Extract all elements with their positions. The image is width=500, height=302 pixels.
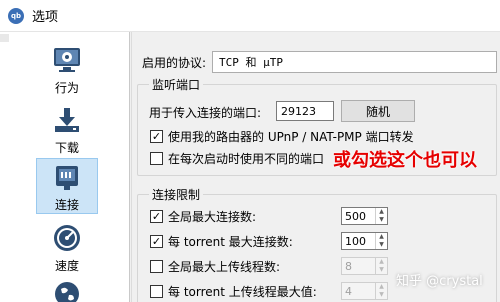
network-icon xyxy=(51,161,83,193)
global-max-connections-spinbox[interactable]: 500 ▲ ▼ xyxy=(341,207,388,225)
per-torrent-max-connections-checkbox[interactable]: ✓ xyxy=(150,235,163,248)
spin-up-icon[interactable]: ▲ xyxy=(376,283,387,291)
sidebar-item-webui[interactable] xyxy=(36,278,98,302)
scroll-arrow[interactable] xyxy=(0,34,9,42)
protocol-label: 启用的协议: xyxy=(142,56,207,70)
upnp-label: 使用我的路由器的 UPnP / NAT-PMP 端口转发 xyxy=(168,130,414,144)
sidebar-item-label: 连接 xyxy=(54,198,79,212)
spin-down-icon[interactable]: ▼ xyxy=(376,266,387,274)
qbittorrent-app-icon: qb xyxy=(8,7,24,24)
options-sidebar: 行为 下载 连接 速度 xyxy=(0,32,130,302)
limit-value: 500 xyxy=(345,209,366,223)
per-torrent-max-upload-slots-checkbox[interactable] xyxy=(150,285,163,298)
sidebar-item-label: 下载 xyxy=(54,141,79,155)
watermark: 知乎 @crystal xyxy=(396,274,483,289)
red-annotation-text: 或勾选这个也可以 xyxy=(333,150,477,171)
global-max-connections-row[interactable]: ✓ 全局最大连接数: xyxy=(150,208,256,225)
spin-down-icon[interactable]: ▼ xyxy=(376,241,387,249)
random-port-checkbox[interactable] xyxy=(150,152,163,165)
protocol-select[interactable]: TCP 和 μTP xyxy=(212,51,497,73)
protocol-value: TCP 和 μTP xyxy=(219,56,283,69)
limit-label: 每 torrent 最大连接数: xyxy=(168,235,293,249)
sidebar-item-behavior[interactable]: 行为 xyxy=(36,44,98,96)
sidebar-item-speed[interactable]: 速度 xyxy=(36,222,98,274)
spin-down-icon[interactable]: ▼ xyxy=(376,291,387,299)
random-port-button-label: 随机 xyxy=(365,104,390,119)
limit-value: 100 xyxy=(345,234,366,248)
sidebar-item-downloads[interactable]: 下载 xyxy=(36,104,98,156)
incoming-port-value: 29123 xyxy=(281,104,316,118)
connection-limits-group-title: 连接限制 xyxy=(149,186,204,203)
per-torrent-max-connections-row[interactable]: ✓ 每 torrent 最大连接数: xyxy=(150,233,293,250)
incoming-port-label: 用于传入连接的端口: xyxy=(149,106,262,120)
spin-up-icon[interactable]: ▲ xyxy=(376,233,387,241)
globe-icon xyxy=(51,278,83,302)
per-torrent-max-connections-spinbox[interactable]: 100 ▲ ▼ xyxy=(341,232,388,250)
random-port-label: 在每次启动时使用不同的端口 xyxy=(168,152,325,166)
spin-down-icon[interactable]: ▼ xyxy=(376,216,387,224)
speedometer-icon xyxy=(51,222,83,254)
random-port-button[interactable]: 随机 xyxy=(341,100,415,122)
spin-up-icon[interactable]: ▲ xyxy=(376,258,387,266)
global-max-upload-slots-spinbox[interactable]: 8 ▲ ▼ xyxy=(341,257,388,275)
global-max-connections-checkbox[interactable]: ✓ xyxy=(150,210,163,223)
limit-label: 全局最大上传线程数: xyxy=(168,260,281,274)
listen-port-group-title: 监听端口 xyxy=(149,76,204,93)
spin-up-icon[interactable]: ▲ xyxy=(376,208,387,216)
per-torrent-max-upload-slots-spinbox[interactable]: 4 ▲ ▼ xyxy=(341,282,388,300)
download-icon xyxy=(51,104,83,136)
window-title: 选项 xyxy=(32,10,59,25)
global-max-upload-slots-row[interactable]: 全局最大上传线程数: xyxy=(150,258,280,275)
random-port-checkbox-row[interactable]: 在每次启动时使用不同的端口 xyxy=(150,150,324,167)
per-torrent-max-upload-slots-row[interactable]: 每 torrent 上传线程最大值: xyxy=(150,283,317,300)
limit-label: 每 torrent 上传线程最大值: xyxy=(168,285,317,299)
monitor-gear-icon xyxy=(51,44,83,76)
sidebar-item-label: 速度 xyxy=(54,259,79,273)
limit-value: 4 xyxy=(345,284,352,298)
incoming-port-field[interactable]: 29123 xyxy=(276,101,334,121)
sidebar-item-label: 行为 xyxy=(54,81,79,95)
limit-value: 8 xyxy=(345,259,352,273)
global-max-upload-slots-checkbox[interactable] xyxy=(150,260,163,273)
limit-label: 全局最大连接数: xyxy=(168,210,257,224)
title-bar: qb 选项 xyxy=(0,0,500,32)
sidebar-item-connection[interactable]: 连接 xyxy=(36,158,98,214)
upnp-checkbox-row[interactable]: ✓ 使用我的路由器的 UPnP / NAT-PMP 端口转发 xyxy=(150,128,414,145)
upnp-checkbox[interactable]: ✓ xyxy=(150,130,163,143)
